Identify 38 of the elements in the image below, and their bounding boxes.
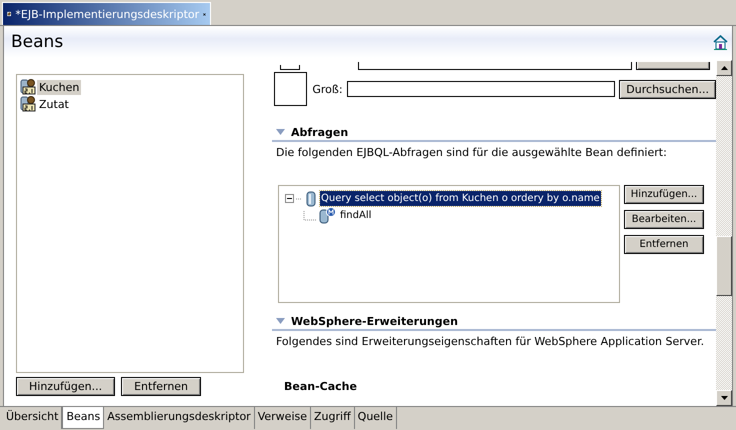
- home-icon[interactable]: [713, 34, 728, 50]
- add-button[interactable]: Hinzufügen...: [16, 377, 116, 396]
- remove-button[interactable]: Entfernen: [121, 377, 202, 396]
- page-title: Beans: [11, 32, 64, 52]
- editor-tab[interactable]: *EJB-Implementierungsdeskriptor: [2, 2, 211, 25]
- page-tab[interactable]: Verweise: [254, 407, 311, 429]
- method-item[interactable]: findAll: [339, 208, 372, 223]
- page-tab[interactable]: Zugriff: [311, 407, 355, 429]
- section-title: Abfragen: [291, 126, 348, 138]
- query-item[interactable]: Query select object(o) from Kuchen o ordery by o.name: [320, 191, 601, 206]
- scroll-thumb[interactable]: [716, 236, 732, 296]
- collapse-triangle-icon[interactable]: [276, 129, 285, 135]
- edit-button[interactable]: Bearbeiten...: [624, 210, 704, 229]
- browse-button[interactable]: Durchsuchen...: [619, 80, 716, 98]
- query-icon: [304, 190, 318, 206]
- scroll-up-icon[interactable]: [720, 66, 728, 70]
- bean-icon: [20, 79, 36, 95]
- tree-connector: [303, 210, 317, 220]
- page-tab[interactable]: Assemblierungsdeskriptor: [104, 407, 255, 429]
- bean-item[interactable]: Zutat: [37, 96, 71, 112]
- subsection-title: Bean-Cache: [284, 380, 357, 393]
- remove-button[interactable]: Entfernen: [624, 235, 704, 254]
- section-description: Die folgenden EJBQL-Abfragen sind für die ausgewählte Bean definiert:: [276, 146, 667, 159]
- scroll-down-icon[interactable]: [720, 396, 728, 400]
- section-description: Folgendes sind Erweiterungseigenschaften für WebSphere Application Server.: [276, 335, 704, 348]
- collapse-triangle-icon[interactable]: [276, 318, 285, 324]
- section-title: WebSphere-Erweiterungen: [291, 314, 458, 328]
- scrollbar[interactable]: [716, 60, 732, 406]
- collapse-toggle-icon[interactable]: [285, 194, 294, 203]
- page-tab[interactable]: Quelle: [354, 407, 397, 429]
- bean-item[interactable]: Kuchen: [37, 80, 82, 94]
- method-icon: [319, 207, 337, 224]
- page-tab[interactable]: Beans: [62, 407, 104, 429]
- field-label: Groß:: [312, 82, 343, 96]
- tree-connector: [296, 198, 302, 200]
- bean-icon: [20, 96, 36, 112]
- tab-title: *EJB-Implementierungsdeskriptor: [15, 8, 200, 20]
- add-button[interactable]: Hinzufügen...: [624, 185, 704, 204]
